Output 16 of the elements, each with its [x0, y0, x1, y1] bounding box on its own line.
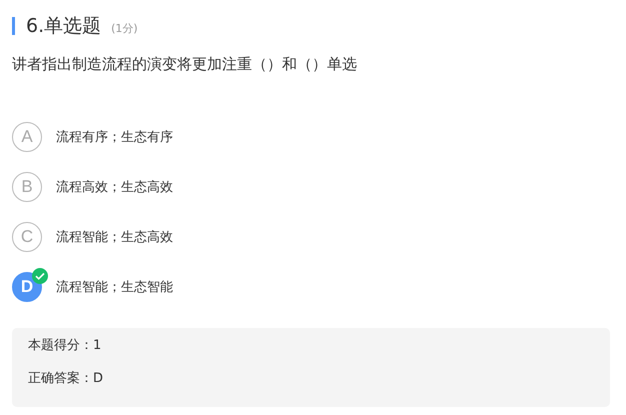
- option-text: 流程高效；生态高效: [56, 179, 173, 196]
- option-letter-circle[interactable]: B: [12, 172, 42, 202]
- option-letter-circle[interactable]: C: [12, 222, 42, 252]
- option-text: 流程有序；生态有序: [56, 129, 173, 146]
- check-icon: [32, 268, 48, 284]
- option-text: 流程智能；生态高效: [56, 229, 173, 246]
- option-text: 流程智能；生态智能: [56, 279, 173, 296]
- result-value: 1: [93, 338, 102, 353]
- result-label: 正确答案：: [28, 370, 93, 387]
- question-points: (1分): [111, 20, 138, 36]
- accent-bar: [12, 17, 15, 35]
- result-value: D: [93, 371, 104, 386]
- question-text: 讲者指出制造流程的演变将更加注重（）和（）单选: [12, 55, 358, 74]
- question-title: 6.单选题: [26, 14, 102, 39]
- option-letter-circle[interactable]: A: [12, 122, 42, 152]
- result-label: 本题得分：: [28, 337, 93, 354]
